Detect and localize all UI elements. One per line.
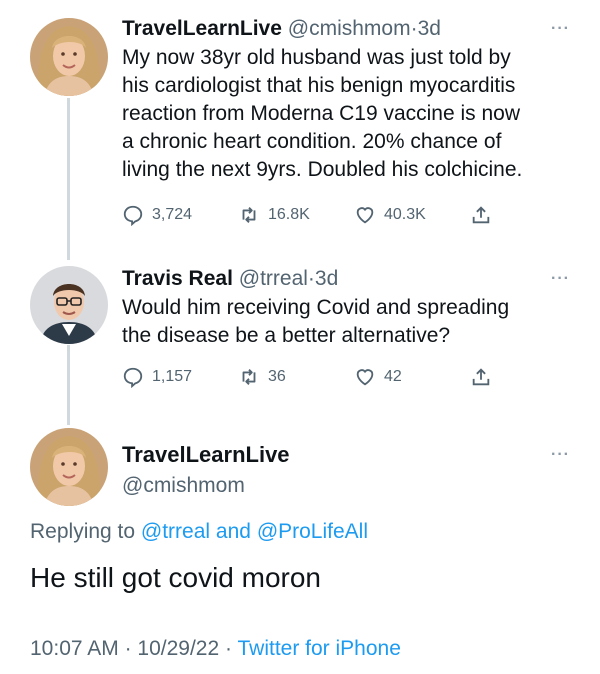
reply-icon — [123, 367, 143, 388]
tweet-header: Travis Real @trreal·3d — [122, 266, 338, 292]
author-name[interactable]: TravelLearnLive — [122, 442, 290, 468]
avatar[interactable] — [30, 428, 108, 506]
reply-button[interactable]: 1,157 — [122, 366, 192, 388]
timestamp[interactable]: 10:07 AM — [30, 637, 119, 660]
timestamp[interactable]: 3d — [315, 267, 338, 290]
more-options-icon[interactable]: ··· — [551, 446, 570, 464]
tweet-text: My now 38yr old husband was just told by… — [122, 44, 582, 184]
replying-and[interactable]: and — [216, 520, 251, 543]
retweet-count: 16.8K — [268, 206, 310, 223]
tweet-line: reaction from Moderna C19 vaccine is now — [122, 102, 521, 125]
thread-line — [67, 345, 70, 425]
retweet-icon — [242, 207, 256, 223]
author-handle[interactable]: @cmishmom — [122, 474, 245, 498]
tweet-metadata: 10:07 AM · 10/29/22 · Twitter for iPhone — [30, 637, 401, 661]
reply-button[interactable]: 3,724 — [122, 204, 192, 226]
tweet-actions: 3,724 16.8K 40.3K — [122, 204, 522, 230]
tweet-text: Would him receiving Covid and spreading … — [122, 294, 582, 350]
share-button[interactable] — [470, 366, 492, 388]
separator: · — [307, 267, 315, 290]
tweet-header: TravelLearnLive @cmishmom·3d — [122, 16, 441, 42]
share-icon — [472, 206, 490, 224]
thread-line — [67, 98, 70, 260]
retweet-count: 36 — [268, 368, 286, 385]
tweet-text: He still got covid moron — [30, 562, 322, 593]
share-icon — [472, 368, 490, 386]
source-link[interactable]: Twitter for iPhone — [237, 637, 400, 660]
tweet-line: a chronic heart condition. 20% chance of — [122, 130, 502, 153]
replying-label: Replying to — [30, 520, 136, 543]
author-handle[interactable]: @cmishmom — [288, 17, 411, 40]
author-name[interactable]: TravelLearnLive — [122, 17, 282, 40]
reply-count: 1,157 — [152, 368, 193, 385]
avatar[interactable] — [30, 266, 108, 344]
more-options-icon[interactable]: ··· — [551, 270, 570, 288]
like-button[interactable]: 42 — [354, 366, 402, 388]
avatar[interactable] — [30, 18, 108, 96]
more-options-icon[interactable]: ··· — [551, 20, 570, 38]
author-handle[interactable]: @trreal — [239, 267, 308, 290]
reply-count: 3,724 — [152, 206, 193, 223]
separator: · — [225, 637, 233, 660]
like-icon — [356, 207, 374, 224]
retweet-icon — [242, 369, 256, 385]
tweet-line: My now 38yr old husband was just told by — [122, 46, 511, 69]
tweet-line: his cardiologist that his benign myocard… — [122, 74, 516, 97]
author-name[interactable]: Travis Real — [122, 267, 233, 290]
retweet-button[interactable]: 36 — [238, 366, 286, 388]
like-button[interactable]: 40.3K — [354, 204, 426, 226]
like-icon — [356, 369, 374, 386]
date[interactable]: 10/29/22 — [137, 637, 219, 660]
replying-to: Replying to @trreal and @ProLifeAll — [30, 520, 368, 544]
mention-link[interactable]: @trreal — [141, 520, 210, 543]
mention-link[interactable]: @ProLifeAll — [257, 520, 368, 543]
separator: · — [410, 17, 418, 40]
timestamp[interactable]: 3d — [418, 17, 441, 40]
retweet-button[interactable]: 16.8K — [238, 204, 310, 226]
share-button[interactable] — [470, 204, 492, 226]
reply-icon — [123, 205, 143, 226]
like-count: 42 — [384, 368, 402, 385]
separator: · — [124, 637, 132, 660]
like-count: 40.3K — [384, 206, 426, 223]
tweet-line: living the next 9yrs. Doubled his colchi… — [122, 158, 523, 181]
tweet-actions: 1,157 36 42 — [122, 366, 522, 392]
tweet-line: Would him receiving Covid and spreading — [122, 296, 510, 319]
tweet-line: the disease be a better alternative? — [122, 324, 451, 347]
